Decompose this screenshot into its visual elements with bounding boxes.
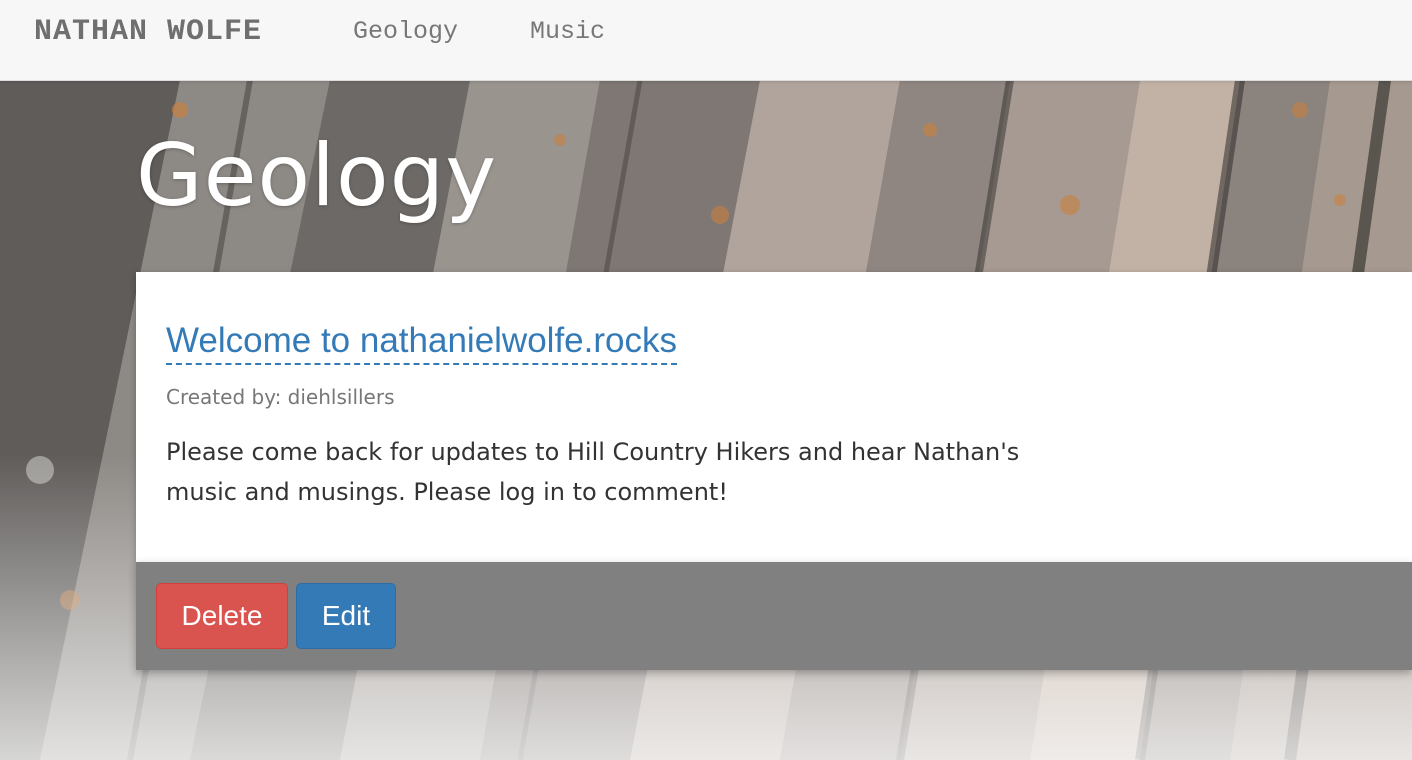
brand-link[interactable]: NATHAN WOLFE bbox=[34, 14, 262, 50]
post-action-bar: Delete Edit bbox=[136, 562, 1412, 670]
post-card: Welcome to nathanielwolfe.rocks Created … bbox=[136, 272, 1412, 562]
post-title-link[interactable]: Welcome to nathanielwolfe.rocks bbox=[166, 319, 677, 365]
nav-link-geology[interactable]: Geology bbox=[353, 16, 458, 48]
top-navbar: NATHAN WOLFE Geology Music bbox=[0, 0, 1412, 81]
delete-button[interactable]: Delete bbox=[156, 583, 288, 649]
post-body: Please come back for updates to Hill Cou… bbox=[166, 438, 1020, 506]
nav-link-music[interactable]: Music bbox=[530, 16, 605, 48]
page-title: Geology bbox=[136, 126, 498, 226]
post-author: Created by: diehlsillers bbox=[166, 385, 395, 409]
edit-button[interactable]: Edit bbox=[296, 583, 396, 649]
